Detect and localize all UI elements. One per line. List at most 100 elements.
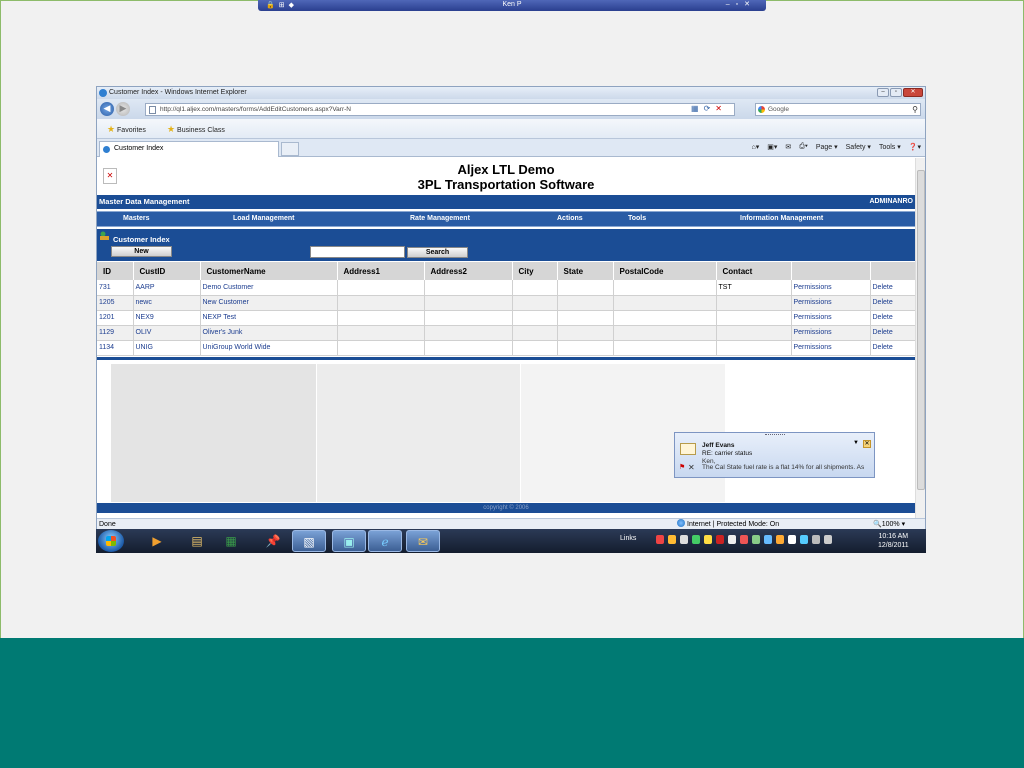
- delete-link[interactable]: Delete: [870, 325, 915, 341]
- cell-id[interactable]: 1134: [97, 340, 134, 356]
- cell-name[interactable]: Demo Customer: [200, 280, 338, 296]
- flag-icon[interactable]: ⚑: [679, 463, 685, 471]
- permissions-link[interactable]: Permissions: [791, 325, 871, 341]
- delete-link[interactable]: Delete: [870, 310, 915, 326]
- menu-information-management[interactable]: Information Management: [740, 215, 823, 222]
- cell-id[interactable]: 731: [97, 280, 134, 296]
- new-customer-button[interactable]: New: [111, 246, 172, 257]
- search-provider-input[interactable]: Google ⚲: [755, 103, 921, 116]
- tray-icon-6[interactable]: [716, 535, 724, 544]
- permissions-link[interactable]: Permissions: [791, 310, 871, 326]
- outlook-taskbar-icon[interactable]: ✉: [406, 530, 440, 552]
- cell-name[interactable]: NEXP Test: [200, 310, 338, 326]
- excel-taskbar-icon[interactable]: ▦: [214, 530, 248, 552]
- menu-masters[interactable]: Masters: [123, 215, 149, 222]
- tray-network-icon[interactable]: [812, 535, 820, 544]
- word-taskbar-icon[interactable]: ▧: [292, 530, 326, 552]
- home-icon[interactable]: ⌂▾: [752, 143, 760, 151]
- tray-icon-5[interactable]: [704, 535, 712, 544]
- col-header-state[interactable]: State: [557, 262, 614, 280]
- cell-custid[interactable]: UNIG: [133, 340, 201, 356]
- col-header-address1[interactable]: Address1: [337, 262, 425, 280]
- menu-rate-management[interactable]: Rate Management: [410, 215, 470, 222]
- explorer-taskbar-icon[interactable]: ▤: [180, 530, 214, 552]
- menu-load-management[interactable]: Load Management: [233, 215, 294, 222]
- url-input[interactable]: http://ql1.aljex.com/masters/forms/AddEd…: [145, 103, 735, 116]
- scrollbar-thumb[interactable]: [917, 170, 925, 490]
- tray-volume-icon[interactable]: [680, 535, 688, 544]
- cell-custid[interactable]: OLIV: [133, 325, 201, 341]
- tray-icon-9[interactable]: [752, 535, 760, 544]
- tray-flag-icon[interactable]: [788, 535, 796, 544]
- col-header-customername[interactable]: CustomerName: [200, 262, 338, 280]
- toast-grip[interactable]: [765, 434, 785, 436]
- mail-icon[interactable]: ✉: [785, 143, 791, 151]
- remote-session-bar[interactable]: 🔒⊞◆ Ken P –▫✕: [258, 0, 766, 11]
- toast-menu-arrow-icon[interactable]: ▼: [853, 440, 859, 446]
- links-toolbar[interactable]: Links: [620, 535, 636, 542]
- remote-window-controls[interactable]: –▫✕: [726, 0, 756, 8]
- col-header-custid[interactable]: CustID: [133, 262, 201, 280]
- col-header-id[interactable]: ID: [97, 262, 134, 280]
- customer-search-input[interactable]: [310, 246, 405, 258]
- page-menu[interactable]: Page ▾: [816, 143, 838, 151]
- refresh-icon[interactable]: ⟳: [704, 104, 711, 113]
- permissions-link[interactable]: Permissions: [791, 340, 871, 356]
- internet-explorer-taskbar-icon[interactable]: ℯ: [368, 530, 402, 552]
- tray-icon-7[interactable]: [728, 535, 736, 544]
- pin-app-taskbar-icon[interactable]: 📌: [256, 530, 290, 552]
- delete-link[interactable]: Delete: [870, 295, 915, 311]
- cell-id[interactable]: 1201: [97, 310, 134, 326]
- cell-custid[interactable]: newc: [133, 295, 201, 311]
- search-button[interactable]: Search: [407, 247, 468, 258]
- delete-link[interactable]: Delete: [870, 340, 915, 356]
- cell-id[interactable]: 1205: [97, 295, 134, 311]
- cell-name[interactable]: UniGroup World Wide: [200, 340, 338, 356]
- close-button[interactable]: ✕: [903, 88, 923, 97]
- vertical-scrollbar[interactable]: [915, 158, 925, 519]
- delete-mail-icon[interactable]: ✕: [688, 463, 695, 472]
- toast-close-icon[interactable]: ✕: [863, 440, 871, 448]
- tools-menu[interactable]: Tools ▾: [879, 143, 901, 151]
- tray-icon-8[interactable]: [740, 535, 748, 544]
- tray-icon-15[interactable]: [824, 535, 832, 544]
- fav-link-business-class[interactable]: ★ Business Class: [167, 124, 225, 135]
- taskbar-clock[interactable]: 10:16 AM 12/8/2011: [878, 532, 909, 550]
- tray-icon-4[interactable]: [692, 535, 700, 544]
- permissions-link[interactable]: Permissions: [791, 295, 871, 311]
- stop-icon[interactable]: ✕: [715, 104, 722, 113]
- menu-tools[interactable]: Tools: [628, 215, 646, 222]
- outlook-new-mail-alert[interactable]: Jeff Evans RE: carrier status Ken, The C…: [674, 432, 875, 478]
- feeds-icon[interactable]: ▣▾: [767, 143, 777, 151]
- safety-menu[interactable]: Safety ▾: [846, 143, 871, 151]
- menu-actions[interactable]: Actions: [557, 215, 583, 222]
- col-header-postalcode[interactable]: PostalCode: [613, 262, 717, 280]
- tray-icon-2[interactable]: [668, 535, 676, 544]
- minimize-button[interactable]: –: [877, 88, 889, 97]
- cell-id[interactable]: 1129: [97, 325, 134, 341]
- permissions-link[interactable]: Permissions: [791, 280, 871, 296]
- maximize-button[interactable]: ▫: [890, 88, 902, 97]
- col-header-address2[interactable]: Address2: [424, 262, 513, 280]
- tray-icon-13[interactable]: [800, 535, 808, 544]
- tray-icon-10[interactable]: [764, 535, 772, 544]
- favorites-button[interactable]: ★ Favorites: [107, 124, 146, 135]
- window-titlebar[interactable]: Customer Index - Windows Internet Explor…: [97, 87, 925, 99]
- delete-link[interactable]: Delete: [870, 280, 915, 296]
- cell-custid[interactable]: AARP: [133, 280, 201, 296]
- search-icon[interactable]: ⚲: [912, 104, 918, 115]
- start-button[interactable]: [98, 530, 124, 552]
- cell-name[interactable]: Oliver's Junk: [200, 325, 338, 341]
- forward-button[interactable]: ▶: [116, 102, 130, 116]
- tray-icon-11[interactable]: [776, 535, 784, 544]
- remote-desktop-taskbar-icon[interactable]: ▣: [332, 530, 366, 552]
- cell-name[interactable]: New Customer: [200, 295, 338, 311]
- cell-custid[interactable]: NEX9: [133, 310, 201, 326]
- compat-view-icon[interactable]: ▦: [691, 104, 699, 113]
- back-button[interactable]: ◀: [100, 102, 114, 116]
- new-tab-button[interactable]: [281, 142, 299, 156]
- tab-customer-index[interactable]: Customer Index: [99, 141, 279, 157]
- col-header-contact[interactable]: Contact: [716, 262, 792, 280]
- help-icon[interactable]: ❓▾: [909, 143, 921, 151]
- media-player-taskbar-icon[interactable]: ▶: [140, 530, 174, 552]
